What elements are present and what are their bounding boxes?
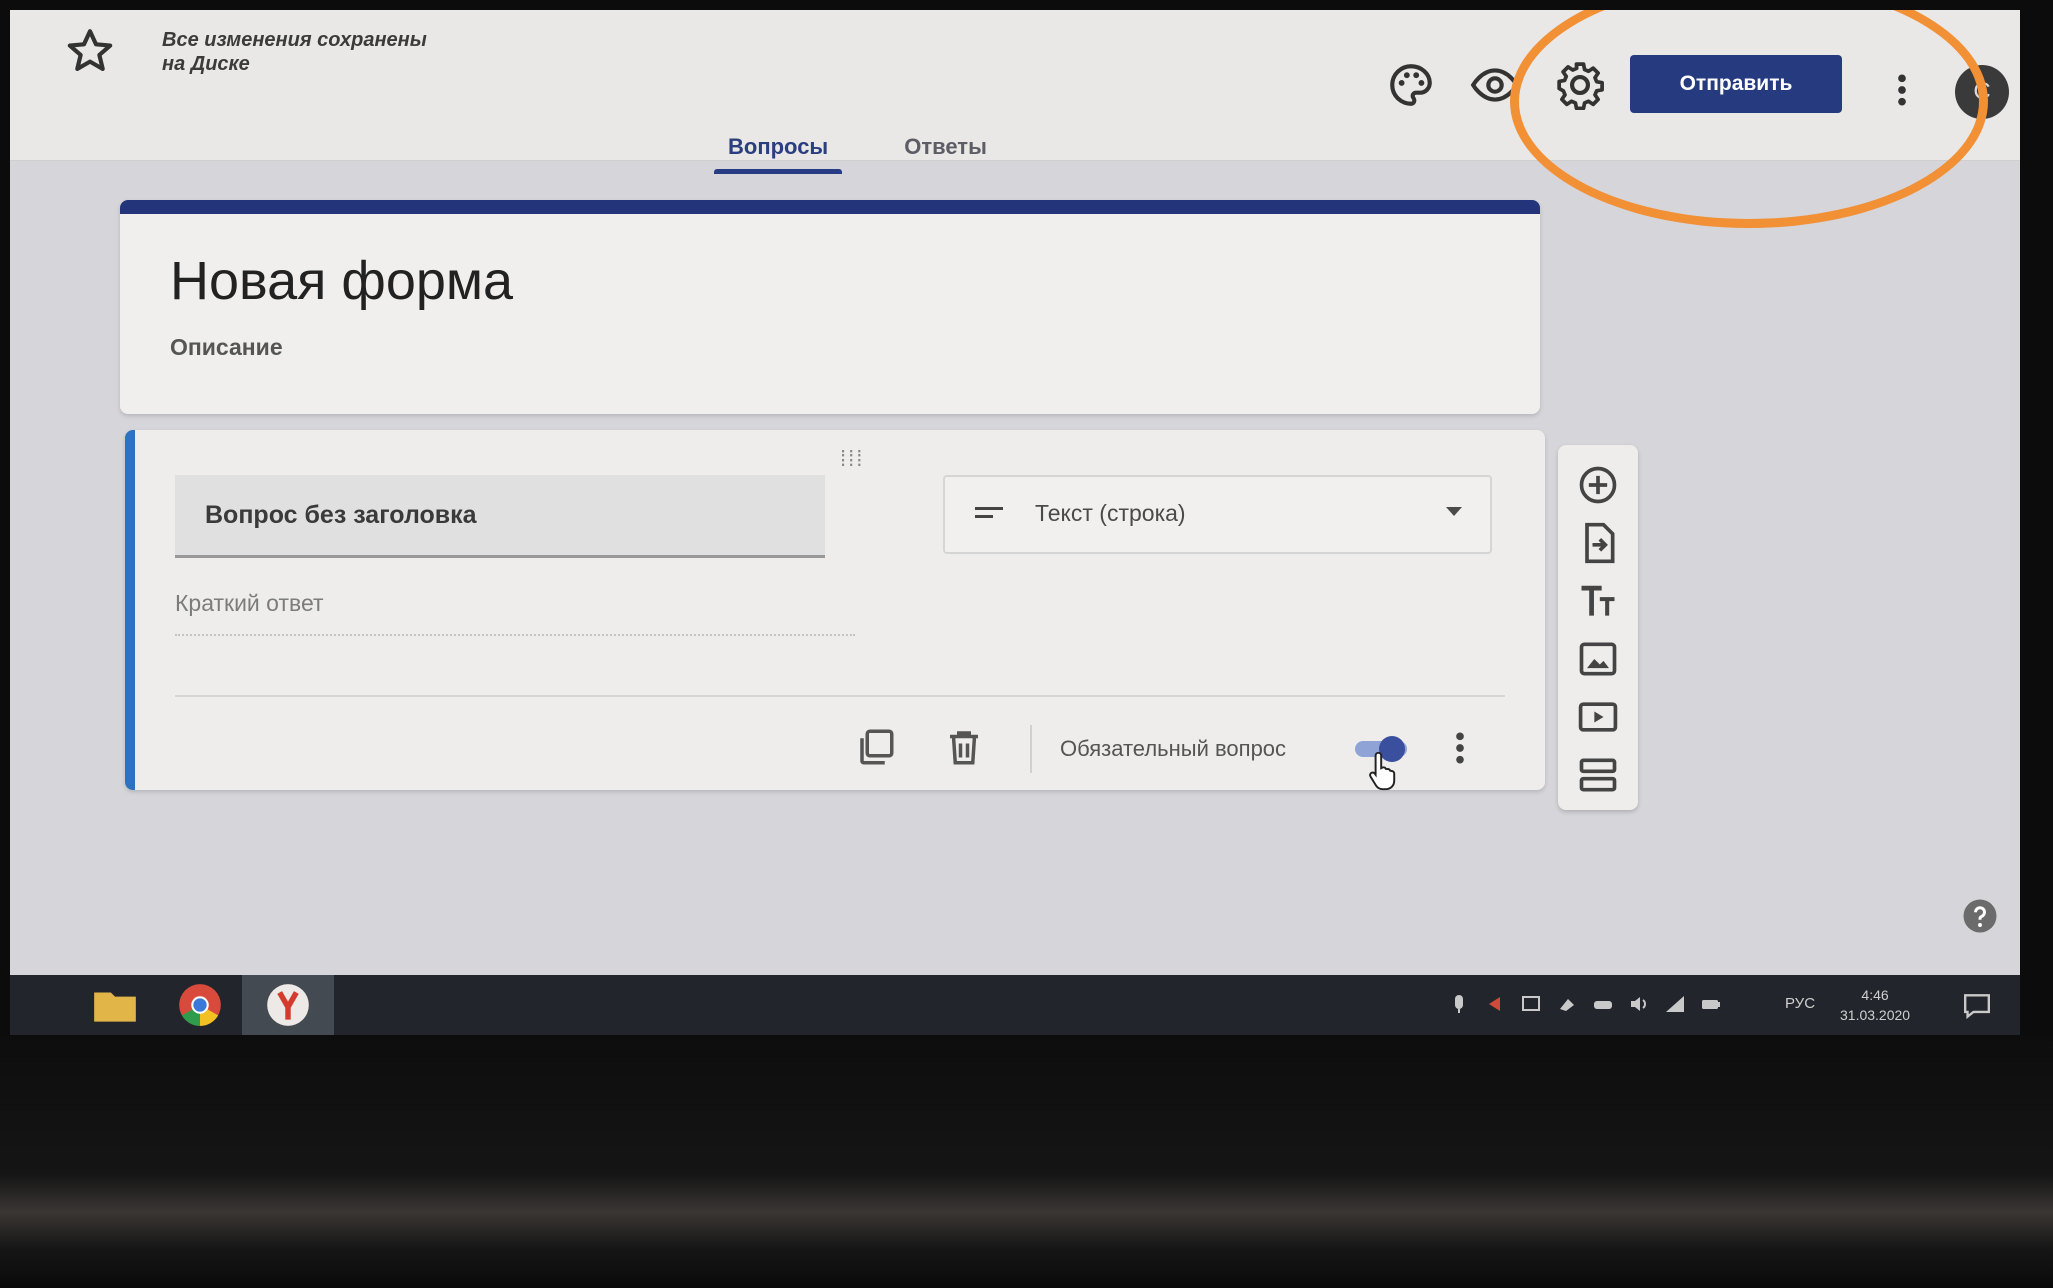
tray-icon[interactable] bbox=[1592, 993, 1614, 1015]
import-icon[interactable] bbox=[1576, 521, 1620, 565]
taskbar-time: 4:46 bbox=[1861, 987, 1889, 1003]
tab-responses[interactable]: Ответы bbox=[886, 122, 1005, 172]
file-explorer-icon[interactable] bbox=[90, 980, 140, 1030]
save-status: Все изменения сохранены на Диске bbox=[162, 28, 427, 76]
question-more-icon[interactable] bbox=[1450, 728, 1470, 768]
form-title[interactable]: Новая форма bbox=[170, 250, 513, 312]
hand-cursor-icon bbox=[1369, 751, 1396, 791]
question-title: Вопрос без заголовка bbox=[205, 501, 477, 529]
short-text-icon bbox=[975, 507, 1003, 518]
side-toolbar bbox=[1558, 445, 1638, 810]
taskbar-date: 31.03.2020 bbox=[1840, 1007, 1911, 1023]
chrome-icon[interactable] bbox=[175, 980, 225, 1030]
tray-icon[interactable] bbox=[1448, 993, 1470, 1015]
volume-icon[interactable] bbox=[1628, 993, 1650, 1015]
annotation-circle bbox=[1510, 10, 1988, 228]
save-status-line2: на Диске bbox=[162, 53, 250, 75]
question-type-label: Текст (строка) bbox=[1035, 500, 1186, 526]
screen: Все изменения сохранены на Диске Отправи… bbox=[10, 10, 2020, 1035]
video-icon[interactable] bbox=[1576, 695, 1620, 739]
help-icon[interactable] bbox=[1962, 898, 1998, 934]
divider bbox=[175, 695, 1505, 697]
short-answer-placeholder: Краткий ответ bbox=[175, 590, 855, 636]
tray-icon[interactable] bbox=[1520, 993, 1542, 1015]
notification-icon[interactable] bbox=[1962, 993, 1992, 1019]
star-icon[interactable] bbox=[65, 26, 115, 76]
drag-handle-icon[interactable]: ⁞⁞⁞ bbox=[840, 446, 864, 472]
trash-icon[interactable] bbox=[943, 726, 985, 768]
save-status-line1: Все изменения сохранены bbox=[162, 29, 427, 51]
copy-icon[interactable] bbox=[855, 726, 897, 768]
footer-separator bbox=[1030, 725, 1032, 773]
palette-icon[interactable] bbox=[1386, 60, 1436, 110]
network-icon[interactable] bbox=[1664, 993, 1686, 1015]
form-title-card: Новая форма Описание bbox=[120, 200, 1540, 414]
question-title-field[interactable]: Вопрос без заголовка bbox=[175, 475, 825, 558]
image-icon[interactable] bbox=[1576, 637, 1620, 681]
tab-bar: Вопросы Ответы bbox=[710, 122, 1005, 174]
chevron-down-icon bbox=[1446, 507, 1462, 516]
taskbar-clock[interactable]: 4:46 31.03.2020 bbox=[1840, 985, 1910, 1025]
add-circle-icon[interactable] bbox=[1576, 463, 1620, 507]
question-type-select[interactable]: Текст (строка) bbox=[943, 475, 1492, 554]
tab-questions[interactable]: Вопросы bbox=[710, 122, 846, 174]
form-description[interactable]: Описание bbox=[170, 334, 283, 361]
windows-taskbar: РУС 4:46 31.03.2020 bbox=[10, 975, 2020, 1035]
section-icon[interactable] bbox=[1576, 753, 1620, 797]
tray-icon[interactable] bbox=[1556, 993, 1578, 1015]
language-indicator[interactable]: РУС bbox=[1785, 995, 1815, 1012]
monitor-bezel bbox=[0, 1035, 2053, 1288]
tray-icon[interactable] bbox=[1484, 993, 1506, 1015]
question-card[interactable]: ⁞⁞⁞ Вопрос без заголовка Текст (строка) … bbox=[125, 430, 1545, 791]
system-tray bbox=[1448, 993, 1722, 1015]
title-icon[interactable] bbox=[1576, 579, 1620, 623]
battery-icon[interactable] bbox=[1700, 993, 1722, 1015]
yandex-browser-icon[interactable] bbox=[263, 980, 313, 1030]
required-label: Обязательный вопрос bbox=[1060, 736, 1287, 761]
